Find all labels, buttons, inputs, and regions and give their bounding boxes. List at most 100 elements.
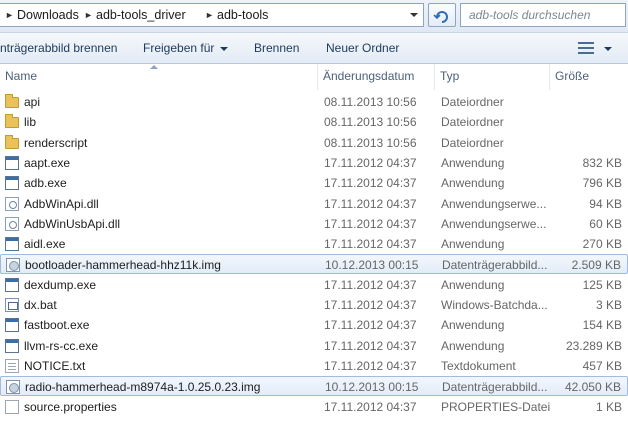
exe-icon — [5, 176, 19, 191]
burn-button[interactable]: Brennen — [254, 41, 299, 55]
search-placeholder: adb-tools durchsuchen — [469, 8, 591, 22]
address-bar[interactable]: ► Downloads ► adb-tools_driver ► adb-too… — [0, 3, 424, 27]
file-size: 23.289 KB — [565, 338, 622, 353]
file-name: dexdump.exe — [24, 277, 97, 292]
disk-image-icon — [6, 380, 20, 395]
breadcrumb-adb-tools[interactable]: adb-tools — [217, 8, 268, 22]
file-row[interactable]: NOTICE.txt 17.11.2012 04:37 Textdokument 45… — [0, 356, 628, 376]
file-date: 17.11.2012 04:37 — [324, 399, 417, 414]
file-date: 17.11.2012 04:37 — [324, 338, 417, 353]
file-type: Anwendung — [441, 318, 505, 333]
file-size: 42.050 KB — [564, 380, 621, 395]
file-date: 10.12.2013 00:15 — [325, 258, 419, 273]
file-date: 08.11.2013 10:56 — [324, 115, 417, 130]
file-name: aidl.exe — [24, 237, 66, 252]
search-input[interactable]: adb-tools durchsuchen — [460, 3, 626, 27]
file-name: AdbWinApi.dll — [24, 196, 99, 211]
file-type: Windows-Batchda... — [441, 298, 548, 312]
exe-icon — [5, 155, 19, 170]
file-name: radio-hammerhead-m8974a-1.0.25.0.23.img — [25, 380, 261, 395]
file-row[interactable]: dx.bat 17.11.2012 04:37 Windows-Batchda...… — [0, 295, 628, 315]
file-name: api — [24, 95, 41, 109]
file-size: 94 KB — [589, 196, 622, 211]
file-row[interactable]: api 08.11.2013 10:56 Dateiordner — [0, 92, 628, 112]
file-row[interactable]: radio-hammerhead-m8974a-1.0.25.0.23.img 1… — [0, 376, 628, 397]
file-type: PROPERTIES-Datei — [441, 399, 551, 414]
file-type: Dateiordner — [441, 115, 504, 130]
folder-icon — [5, 134, 19, 149]
refresh-button[interactable] — [428, 3, 456, 27]
file-row[interactable]: bootloader-hammerhead-hhz11k.img 10.12.20… — [0, 254, 628, 275]
address-history-dropdown[interactable] — [405, 4, 423, 26]
column-name[interactable]: Name — [0, 64, 318, 90]
file-type: Datenträgerabbild... — [442, 380, 548, 395]
file-name: renderscript — [24, 135, 88, 150]
exe-icon — [5, 277, 19, 292]
column-size[interactable]: Größe — [550, 64, 628, 90]
file-row[interactable]: AdbWinUsbApi.dll 17.11.2012 04:37 Anwendun… — [0, 214, 628, 234]
column-header: Name Änderungsdatum Typ Größe — [0, 64, 628, 90]
file-size: 796 KB — [582, 176, 622, 191]
text-file-icon — [5, 358, 19, 373]
file-date: 17.11.2012 04:37 — [324, 155, 417, 170]
exe-icon — [5, 237, 19, 252]
file-name: lib — [24, 115, 37, 130]
chevron-down-icon[interactable] — [604, 47, 612, 51]
file-row[interactable]: dexdump.exe 17.11.2012 04:37 Anwendung 125 … — [0, 275, 628, 295]
file-row[interactable]: aapt.exe 17.11.2012 04:37 Anwendung 832 KB — [0, 153, 628, 173]
file-size: 457 KB — [582, 358, 622, 373]
file-name: llvm-rs-cc.exe — [24, 338, 98, 353]
disk-image-icon — [6, 258, 20, 273]
exe-icon — [5, 338, 19, 353]
file-size: 1 KB — [595, 399, 622, 414]
file-type: Anwendung — [441, 338, 505, 353]
file-name: aapt.exe — [24, 155, 71, 170]
file-type: Anwendung — [441, 277, 505, 292]
file-row[interactable]: aidl.exe 17.11.2012 04:37 Anwendung 270 KB — [0, 234, 628, 254]
file-row[interactable]: lib 08.11.2013 10:56 Dateiordner — [0, 112, 628, 132]
file-size: 60 KB — [589, 216, 622, 231]
dll-icon — [5, 216, 19, 231]
breadcrumb-separator-icon[interactable]: ► — [205, 10, 214, 20]
column-date[interactable]: Änderungsdatum — [318, 64, 435, 90]
file-date: 17.11.2012 04:37 — [324, 318, 417, 333]
breadcrumb-adb-tools-driver[interactable]: adb-tools_driver — [96, 8, 186, 22]
command-bar: nträgerabbild brennen Freigeben für Bren… — [0, 32, 628, 64]
file-name: adb.exe — [24, 176, 67, 191]
column-date-label: Änderungsdatum — [323, 69, 415, 83]
file-date: 10.12.2013 00:15 — [325, 380, 419, 395]
file-size: 270 KB — [582, 237, 622, 252]
column-size-label: Größe — [555, 69, 590, 83]
view-options-icon[interactable] — [578, 41, 594, 55]
file-date: 17.11.2012 04:37 — [324, 216, 417, 231]
breadcrumb-separator-icon[interactable]: ► — [5, 10, 14, 20]
file-name: fastboot.exe — [24, 318, 90, 333]
file-row[interactable]: renderscript 08.11.2013 10:56 Dateiordner — [0, 133, 628, 153]
file-name: source.properties — [24, 399, 117, 414]
share-with-button[interactable]: Freigeben für — [143, 41, 229, 55]
chevron-down-icon — [410, 13, 418, 17]
file-date: 17.11.2012 04:37 — [324, 176, 417, 191]
file-row[interactable]: source.properties 17.11.2012 04:37 PROPERT… — [0, 397, 628, 417]
dll-icon — [5, 196, 19, 211]
file-type: Anwendung — [441, 237, 505, 252]
column-type[interactable]: Typ — [435, 64, 550, 90]
file-type: Anwendung — [441, 155, 505, 170]
file-size: 154 KB — [582, 318, 622, 333]
burn-disc-image-button[interactable]: nträgerabbild brennen — [0, 41, 117, 55]
file-date: 17.11.2012 04:37 — [324, 277, 417, 292]
file-type: Anwendungserwe... — [441, 196, 547, 211]
file-row[interactable]: AdbWinApi.dll 17.11.2012 04:37 Anwendungse… — [0, 194, 628, 214]
file-name: dx.bat — [24, 298, 57, 312]
file-date: 17.11.2012 04:37 — [324, 196, 417, 211]
new-folder-button[interactable]: Neuer Ordner — [326, 41, 399, 55]
breadcrumb-downloads[interactable]: Downloads — [17, 8, 79, 22]
folder-icon — [5, 94, 19, 108]
file-date: 17.11.2012 04:37 — [324, 237, 417, 252]
file-date: 08.11.2013 10:56 — [324, 95, 417, 109]
file-row[interactable]: llvm-rs-cc.exe 17.11.2012 04:37 Anwendung 2… — [0, 336, 628, 356]
file-size: 832 KB — [582, 155, 622, 170]
file-row[interactable]: fastboot.exe 17.11.2012 04:37 Anwendung 154… — [0, 315, 628, 335]
file-row[interactable]: adb.exe 17.11.2012 04:37 Anwendung 796 KB — [0, 173, 628, 193]
breadcrumb-separator-icon[interactable]: ► — [84, 10, 93, 20]
